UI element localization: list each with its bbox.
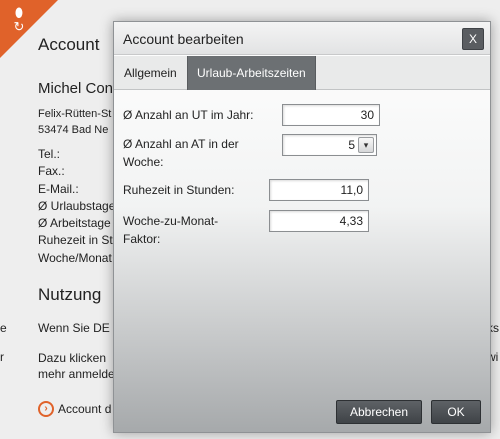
week-month-factor-input[interactable] <box>269 210 369 232</box>
account-address: Felix-Rütten-St 53474 Bad Ne <box>38 108 112 136</box>
edge-text-left: r <box>0 350 4 364</box>
vacation-days-input[interactable] <box>282 104 380 126</box>
usage-text: Wenn Sie DE <box>38 321 110 335</box>
logo-icon: ⬮ ↻ <box>13 5 25 34</box>
account-field-labels: Tel.: Fax.: E-Mail.: Ø Urlaubstage Ø Arb… <box>38 147 116 265</box>
vacation-days-label: Ø Anzahl an UT im Jahr: <box>123 108 254 122</box>
working-days-select[interactable]: 5 ▾ <box>282 134 377 156</box>
close-button[interactable]: X <box>462 28 484 50</box>
tab-general[interactable]: Allgemein <box>115 56 186 90</box>
page-title: Account <box>38 35 100 54</box>
chevron-down-icon[interactable]: ▾ <box>358 137 374 153</box>
tab-bar: Allgemein Urlaub-Arbeitszeiten <box>114 56 490 90</box>
working-days-value: 5 <box>348 138 355 152</box>
tab-vacation-working-hours[interactable]: Urlaub-Arbeitszeiten <box>187 56 316 90</box>
account-name: Michel Cons <box>38 80 121 97</box>
cancel-button[interactable]: Abbrechen <box>336 400 422 424</box>
rest-time-label: Ruhezeit in Stunden: <box>123 183 235 197</box>
edge-text-left: e <box>0 321 7 335</box>
rest-time-input[interactable] <box>269 179 369 201</box>
week-month-factor-label: Woche-zu-Monat- Faktor: <box>123 214 219 246</box>
working-days-label: Ø Anzahl an AT in der Woche: <box>123 137 239 169</box>
dialog-title: Account bearbeiten <box>123 31 244 47</box>
usage-heading: Nutzung <box>38 285 102 304</box>
ok-button[interactable]: OK <box>431 400 481 424</box>
usage-instruction-text: Dazu klicken mehr anmelde <box>38 351 115 381</box>
arrow-right-icon: › <box>38 401 54 417</box>
dialog-header: Account bearbeiten X <box>114 22 490 55</box>
account-delete-link[interactable]: › Account d <box>38 401 111 417</box>
edit-account-dialog: Account bearbeiten X Allgemein Urlaub-Ar… <box>113 21 491 433</box>
